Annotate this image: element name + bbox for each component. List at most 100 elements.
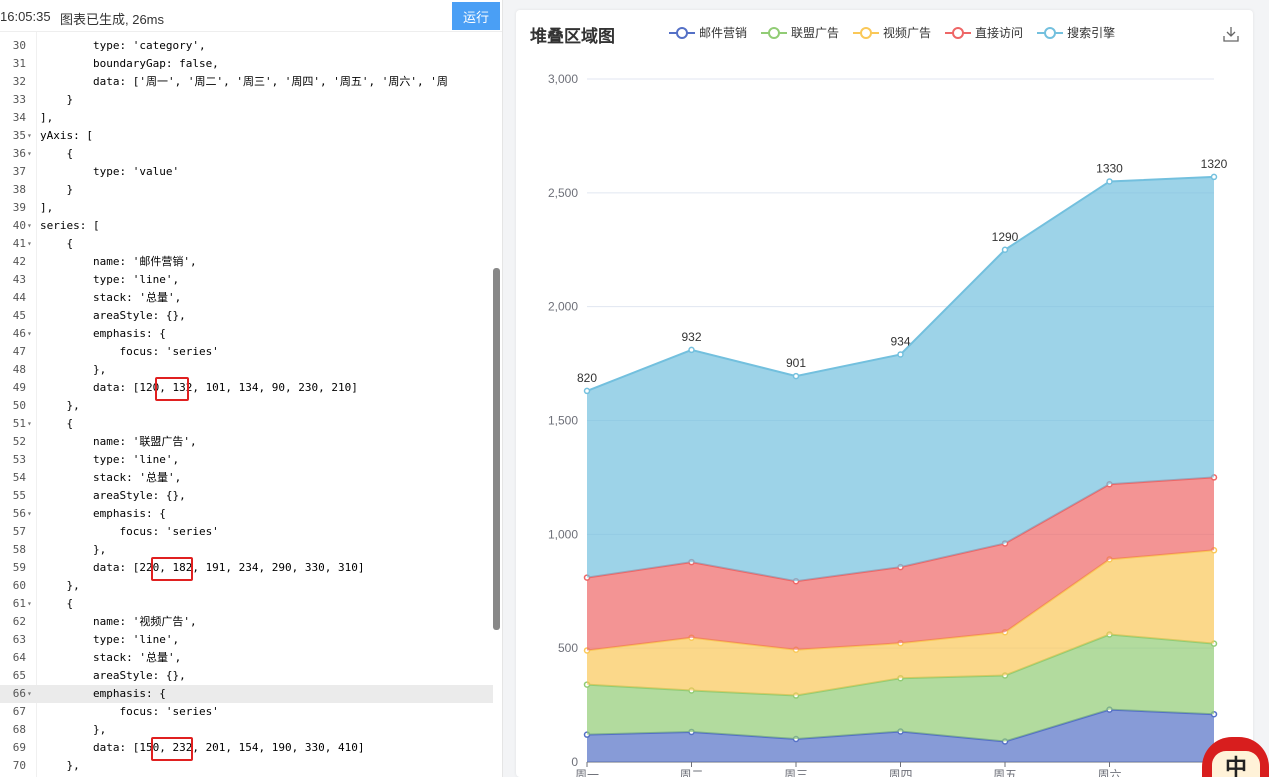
code-line[interactable]: 37 type: 'value' (0, 163, 493, 181)
data-label: 934 (890, 334, 910, 348)
code-line[interactable]: 41 ▾ { (0, 235, 493, 253)
line-number: 48 (12, 363, 26, 376)
code-line[interactable]: 68 }, (0, 721, 493, 739)
code-editor-panel: 16:05:35 图表已生成, 26ms 运行 30 type: 'catego… (0, 0, 503, 777)
code-line[interactable]: 61 ▾ { (0, 595, 493, 613)
fold-toggle-icon[interactable]: ▾ (27, 145, 32, 163)
code-line[interactable]: 44 stack: '总量', (0, 289, 493, 307)
data-label: 1330 (1096, 161, 1123, 175)
code-line[interactable]: 52 name: '联盟广告', (0, 433, 493, 451)
line-number: 50 (12, 399, 26, 412)
code-line[interactable]: 64 stack: '总量', (0, 649, 493, 667)
code-line[interactable]: 42 name: '邮件营销', (0, 253, 493, 271)
code-line[interactable]: 51 ▾ { (0, 415, 493, 433)
line-number: 38 (12, 183, 26, 196)
code-line[interactable]: 45 areaStyle: {}, (0, 307, 493, 325)
code-line[interactable]: 59 data: [220, 182, 191, 234, 290, 330, … (0, 559, 493, 577)
line-number: 44 (12, 291, 26, 304)
code-line[interactable]: 46 ▾ emphasis: { (0, 325, 493, 343)
code-text: areaStyle: {}, (40, 669, 186, 682)
code-text: }, (40, 543, 107, 556)
code-text: focus: 'series' (40, 345, 219, 358)
code-text: name: '视频广告', (40, 615, 197, 628)
code-text: type: 'category', (40, 39, 206, 52)
code-text: { (40, 597, 74, 610)
code-line[interactable]: 43 type: 'line', (0, 271, 493, 289)
fold-toggle-icon[interactable]: ▾ (27, 505, 32, 523)
code-text: { (40, 237, 74, 250)
run-button[interactable]: 运行 (452, 2, 500, 30)
y-tick-label: 3,000 (548, 72, 578, 86)
line-number: 61 (12, 597, 26, 610)
code-line[interactable]: 70 }, (0, 757, 493, 775)
code-text: yAxis: [ (40, 129, 93, 142)
editor-scrollbar[interactable] (493, 268, 500, 630)
x-tick-label: 周二 (679, 768, 703, 777)
code-line[interactable]: 67 focus: 'series' (0, 703, 493, 721)
line-number: 51 (12, 417, 26, 430)
code-line[interactable]: 34], (0, 109, 493, 127)
line-number: 64 (12, 651, 26, 664)
line-number: 49 (12, 381, 26, 394)
code-text: ], (40, 201, 54, 214)
fold-toggle-icon[interactable]: ▾ (27, 235, 32, 253)
line-number: 57 (12, 525, 26, 538)
code-text: areaStyle: {}, (40, 309, 186, 322)
code-line[interactable]: 57 focus: 'series' (0, 523, 493, 541)
code-line[interactable]: 30 type: 'category', (0, 37, 493, 55)
code-line[interactable]: 60 }, (0, 577, 493, 595)
fold-toggle-icon[interactable]: ▾ (27, 595, 32, 613)
stacked-area-chart: 0 500 1,000 1,500 2,000 2,500 3,000 周一 周二 周三 周四 周五 周… (548, 72, 1228, 777)
code-text: type: 'line', (40, 273, 180, 286)
code-line[interactable]: 50 }, (0, 397, 493, 415)
code-line[interactable]: 40 ▾ series: [ (0, 217, 493, 235)
data-label: 932 (681, 330, 701, 344)
code-text: { (40, 147, 74, 160)
timestamp: 16:05:35 (0, 9, 51, 24)
code-text: areaStyle: {}, (40, 489, 186, 502)
code-line[interactable]: 33 } (0, 91, 493, 109)
code-text: type: 'value' (40, 165, 180, 178)
code-line[interactable]: 39], (0, 199, 493, 217)
code-line[interactable]: 54 stack: '总量', (0, 469, 493, 487)
code-line[interactable]: 56 ▾ emphasis: { (0, 505, 493, 523)
line-number: 47 (12, 345, 26, 358)
fold-toggle-icon[interactable]: ▾ (27, 685, 32, 703)
code-line[interactable]: 69 data: [150, 232, 201, 154, 190, 330, … (0, 739, 493, 757)
code-line[interactable]: 55 areaStyle: {}, (0, 487, 493, 505)
line-number: 69 (12, 741, 26, 754)
line-number: 35 (12, 129, 26, 142)
code-line[interactable]: 63 type: 'line', (0, 631, 493, 649)
mascot-badge[interactable]: 中 (1202, 737, 1269, 777)
data-label: 820 (577, 371, 597, 385)
code-line[interactable]: 49 data: [120, 132, 101, 134, 90, 230, 2… (0, 379, 493, 397)
line-number: 58 (12, 543, 26, 556)
fold-toggle-icon[interactable]: ▾ (27, 217, 32, 235)
code-text: name: '联盟广告', (40, 435, 197, 448)
fold-toggle-icon[interactable]: ▾ (27, 415, 32, 433)
code-line[interactable]: 38 } (0, 181, 493, 199)
highlight-box (151, 737, 193, 761)
code-line[interactable]: 66 ▾ emphasis: { (0, 685, 493, 703)
line-number: 34 (12, 111, 26, 124)
code-line[interactable]: 62 name: '视频广告', (0, 613, 493, 631)
code-line[interactable]: 36 ▾ { (0, 145, 493, 163)
line-number: 32 (12, 75, 26, 88)
code-line[interactable]: 31 boundaryGap: false, (0, 55, 493, 73)
code-line[interactable]: 53 type: 'line', (0, 451, 493, 469)
data-point (583, 387, 591, 395)
code-line[interactable]: 47 focus: 'series' (0, 343, 493, 361)
code-area[interactable]: 30 type: 'category', 31 boundaryGap: fals… (0, 37, 493, 775)
code-line[interactable]: 32 data: ['周一', '周二', '周三', '周四', '周五', … (0, 73, 493, 91)
code-text: } (40, 93, 74, 106)
fold-toggle-icon[interactable]: ▾ (27, 325, 32, 343)
code-text: emphasis: { (40, 327, 166, 340)
code-line[interactable]: 48 }, (0, 361, 493, 379)
code-text: }, (40, 723, 107, 736)
line-number: 43 (12, 273, 26, 286)
fold-toggle-icon[interactable]: ▾ (27, 127, 32, 145)
code-line[interactable]: 65 areaStyle: {}, (0, 667, 493, 685)
line-number: 65 (12, 669, 26, 682)
code-line[interactable]: 35 ▾ yAxis: [ (0, 127, 493, 145)
code-line[interactable]: 58 }, (0, 541, 493, 559)
